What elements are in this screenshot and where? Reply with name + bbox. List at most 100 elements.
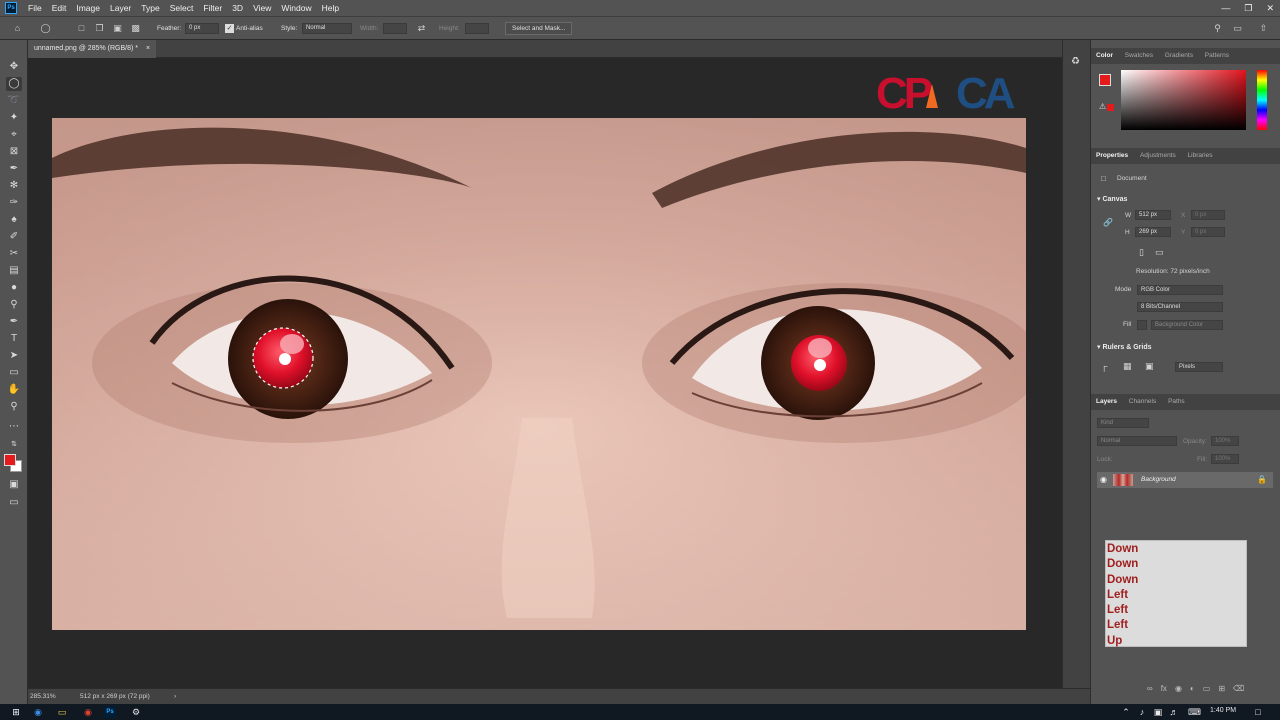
- adjustment-layer-icon[interactable]: ◐: [1190, 684, 1195, 696]
- zoom-level[interactable]: 285.31%: [30, 689, 56, 705]
- volume-icon[interactable]: ♬: [1168, 706, 1180, 718]
- zoom-tool-icon[interactable]: ⚲: [6, 400, 22, 414]
- marquee-preset-icon[interactable]: ◯: [40, 23, 51, 34]
- canvas-width-input[interactable]: 512 px: [1135, 210, 1171, 220]
- fill-select[interactable]: Background Color: [1151, 320, 1223, 330]
- eyedropper-icon[interactable]: ✒: [6, 162, 22, 176]
- tab-adjustments[interactable]: Adjustments: [1135, 152, 1181, 159]
- intersect-selection-icon[interactable]: ▩: [130, 23, 141, 34]
- layer-lock-icon[interactable]: 🔒: [1257, 472, 1267, 488]
- keyboard-icon[interactable]: ⌨: [1188, 706, 1201, 718]
- color-foreground-swatch[interactable]: [1099, 74, 1111, 86]
- gradient-tool-icon[interactable]: ▤: [6, 264, 22, 278]
- home-icon[interactable]: ⌂: [12, 23, 23, 34]
- network-icon[interactable]: ▣: [1152, 706, 1164, 718]
- close-icon[interactable]: ✕: [1266, 0, 1274, 16]
- menu-layer[interactable]: Layer: [105, 3, 136, 13]
- close-tab-icon[interactable]: ×: [146, 45, 150, 52]
- portrait-orientation-icon[interactable]: ▯: [1139, 247, 1144, 258]
- color-field[interactable]: [1121, 70, 1246, 130]
- new-group-icon[interactable]: ▭: [1203, 684, 1211, 696]
- document-tab[interactable]: unnamed.png @ 285% (RGB/8) * ×: [28, 40, 157, 58]
- crop-tool-icon[interactable]: ⌖: [6, 128, 22, 142]
- frame-tool-icon[interactable]: ⊠: [6, 145, 22, 159]
- file-explorer-icon[interactable]: ▭: [56, 706, 68, 718]
- height-input[interactable]: [465, 23, 489, 34]
- landscape-orientation-icon[interactable]: ▭: [1155, 247, 1164, 258]
- quick-mask-icon[interactable]: ▣: [6, 478, 22, 492]
- menu-help[interactable]: Help: [317, 3, 344, 13]
- microphone-icon[interactable]: ♪: [1136, 706, 1148, 718]
- more-tools-icon[interactable]: ⋯: [6, 420, 22, 434]
- new-layer-icon[interactable]: ⊞: [1218, 684, 1225, 696]
- tab-layers[interactable]: Layers: [1091, 398, 1122, 405]
- eraser-icon[interactable]: ✂: [6, 247, 22, 261]
- menu-filter[interactable]: Filter: [198, 3, 227, 13]
- brush-tool-icon[interactable]: ✑: [6, 196, 22, 210]
- tab-swatches[interactable]: Swatches: [1120, 52, 1158, 59]
- workspace-icon[interactable]: ▭: [1232, 23, 1243, 34]
- mode-select[interactable]: RGB Color: [1137, 285, 1223, 295]
- chrome-icon[interactable]: ◉: [82, 706, 94, 718]
- feather-input[interactable]: 0 px: [185, 23, 219, 34]
- link-icon[interactable]: 🔗: [1103, 218, 1113, 227]
- minimize-icon[interactable]: —: [1221, 0, 1230, 16]
- units-select[interactable]: Pixels: [1175, 362, 1223, 372]
- menu-3d[interactable]: 3D: [227, 3, 248, 13]
- tab-channels[interactable]: Channels: [1124, 398, 1161, 405]
- menu-edit[interactable]: Edit: [47, 3, 72, 13]
- tab-paths[interactable]: Paths: [1163, 398, 1190, 405]
- menu-file[interactable]: File: [23, 3, 47, 13]
- rectangle-tool-icon[interactable]: ▭: [6, 366, 22, 380]
- windows-start-icon[interactable]: ⊞: [10, 706, 22, 718]
- tab-properties[interactable]: Properties: [1091, 152, 1133, 159]
- tab-patterns[interactable]: Patterns: [1200, 52, 1234, 59]
- path-selection-icon[interactable]: ➤: [6, 349, 22, 363]
- menu-type[interactable]: Type: [136, 3, 164, 13]
- width-input[interactable]: [383, 23, 407, 34]
- canvas-height-input[interactable]: 269 px: [1135, 227, 1171, 237]
- share-icon[interactable]: ⇧: [1258, 23, 1269, 34]
- tab-libraries[interactable]: Libraries: [1183, 152, 1218, 159]
- settings-icon[interactable]: ⚙: [130, 706, 142, 718]
- blur-tool-icon[interactable]: ●: [6, 281, 22, 295]
- clone-stamp-icon[interactable]: ♠: [6, 213, 22, 227]
- status-menu-icon[interactable]: ›: [174, 689, 176, 705]
- restore-icon[interactable]: ❐: [1244, 0, 1252, 16]
- menu-image[interactable]: Image: [71, 3, 105, 13]
- swap-icon[interactable]: ⇄: [416, 23, 427, 34]
- pen-tool-icon[interactable]: ✒: [6, 315, 22, 329]
- notifications-icon[interactable]: □: [1252, 706, 1264, 718]
- subtract-selection-icon[interactable]: ▣: [112, 23, 123, 34]
- gamut-color-chip[interactable]: [1107, 104, 1114, 111]
- new-selection-icon[interactable]: □: [76, 23, 87, 34]
- menu-window[interactable]: Window: [276, 3, 316, 13]
- opacity-input[interactable]: 100%: [1211, 436, 1239, 446]
- move-tool-icon[interactable]: ✥: [6, 60, 22, 74]
- magic-wand-icon[interactable]: ✦: [6, 111, 22, 125]
- layer-filter-input[interactable]: Kind: [1097, 418, 1149, 428]
- layer-fill-input[interactable]: 100%: [1211, 454, 1239, 464]
- bit-depth-select[interactable]: 8 Bits/Channel: [1137, 302, 1223, 312]
- tray-chevron-icon[interactable]: ⌃: [1120, 706, 1132, 718]
- guides-icon[interactable]: ▣: [1145, 361, 1154, 372]
- fill-color-swatch[interactable]: [1137, 320, 1147, 330]
- foreground-color-swatch[interactable]: [4, 454, 16, 466]
- rulers-section-toggle[interactable]: ▾ Rulers & Grids: [1097, 343, 1151, 351]
- canvas-x-input[interactable]: 0 px: [1191, 210, 1225, 220]
- marquee-tool-icon[interactable]: ◯: [6, 77, 22, 91]
- dodge-tool-icon[interactable]: ⚲: [6, 298, 22, 312]
- add-selection-icon[interactable]: ❐: [94, 23, 105, 34]
- antialias-checkbox[interactable]: ✓: [225, 24, 234, 33]
- lasso-tool-icon[interactable]: ➰: [6, 94, 22, 108]
- eye-visibility-icon[interactable]: ◉: [1100, 472, 1107, 488]
- add-mask-icon[interactable]: ◉: [1175, 684, 1182, 696]
- select-and-mask-button[interactable]: Select and Mask...: [505, 22, 573, 35]
- clock-time[interactable]: 1:40 PM: [1210, 707, 1236, 714]
- type-tool-icon[interactable]: T: [6, 332, 22, 346]
- link-layers-icon[interactable]: ∞: [1147, 684, 1153, 696]
- healing-brush-icon[interactable]: ✻: [6, 179, 22, 193]
- layer-row-background[interactable]: ◉ Background 🔒: [1097, 472, 1273, 488]
- menu-select[interactable]: Select: [165, 3, 199, 13]
- photoshop-taskbar-icon[interactable]: Ps: [104, 706, 116, 718]
